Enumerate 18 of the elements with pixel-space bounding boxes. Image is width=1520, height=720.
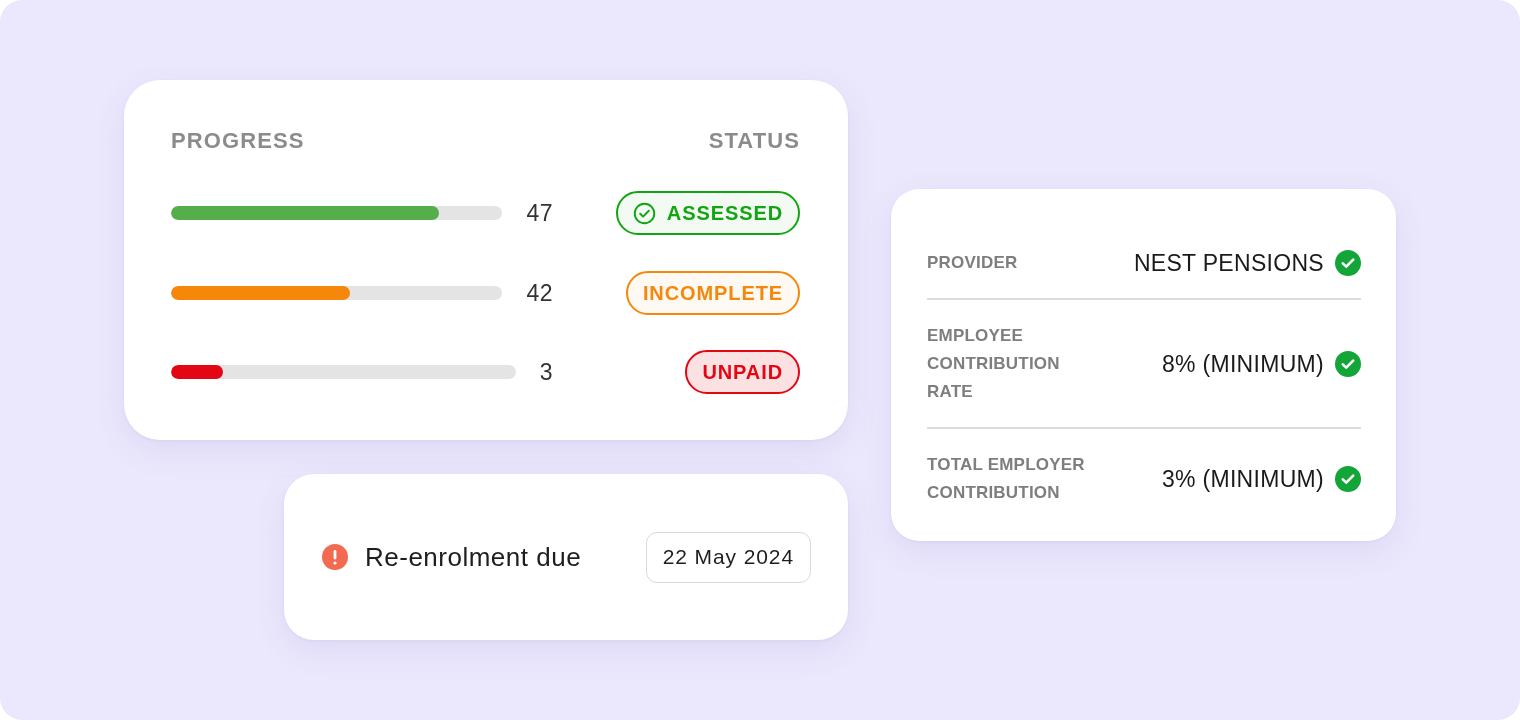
alert-icon (322, 544, 348, 570)
detail-label: TOTAL EMPLOYER CONTRIBUTION (927, 454, 1086, 504)
progress-count: 3 (539, 358, 553, 386)
check-circle-icon (632, 201, 656, 225)
detail-value: NEST PENSIONS (1133, 249, 1324, 277)
status-label: ASSESSED (666, 201, 783, 225)
status-label: INCOMPLETE (642, 280, 783, 305)
detail-label: PROVIDER (927, 252, 1019, 274)
detail-value: 3% (MINIMUM) (1161, 465, 1324, 493)
detail-value: 8% (MINIMUM) (1161, 350, 1324, 378)
progress-count: 42 (526, 278, 553, 307)
status-label: UNPAID (702, 360, 783, 384)
status-heading: STATUS (708, 128, 800, 154)
detail-label: EMPLOYEE CONTRIBUTION RATE (927, 325, 1061, 403)
progress-count: 47 (526, 199, 553, 227)
due-date-chip: 22 May 2024 (645, 531, 811, 583)
progress-heading: PROGRESS (171, 128, 305, 154)
reminder-text: Re-enrolment due (365, 541, 582, 573)
